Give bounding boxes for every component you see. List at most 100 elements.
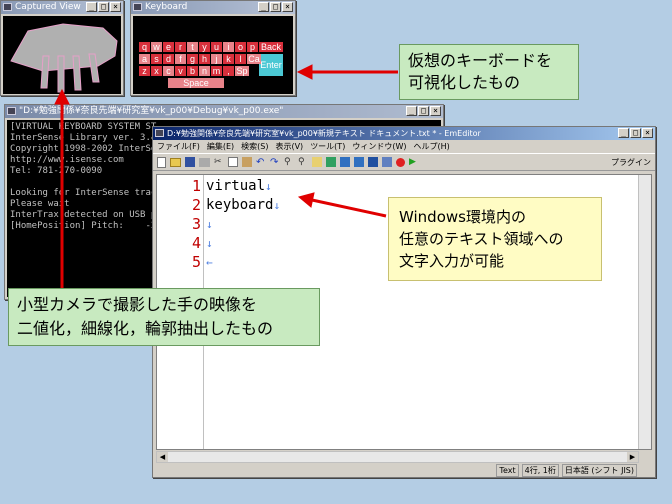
close-icon[interactable]: × xyxy=(430,106,441,116)
toolbar: ✂ ↶ ↷ ⚲ ⚲ ▶ プラグイン xyxy=(153,153,655,171)
scroll-left-icon[interactable]: ◀ xyxy=(157,452,168,462)
tile-icon[interactable] xyxy=(354,157,364,167)
find-next-icon[interactable]: ⚲ xyxy=(298,157,308,167)
maximize-icon[interactable]: □ xyxy=(630,128,641,138)
key-1-0[interactable]: a xyxy=(139,54,150,64)
key-0-2[interactable]: e xyxy=(163,42,174,52)
key-2-8[interactable]: Sp xyxy=(235,66,249,76)
menu-item-2[interactable]: 検索(S) xyxy=(241,140,268,153)
text-line[interactable]: ← xyxy=(206,253,280,272)
close-icon[interactable]: × xyxy=(110,2,121,12)
minimize-icon[interactable]: _ xyxy=(258,2,269,12)
text-line[interactable]: ↓ xyxy=(206,234,280,253)
paste-icon[interactable] xyxy=(242,157,252,167)
save-icon[interactable] xyxy=(185,157,195,167)
maximize-icon[interactable]: □ xyxy=(98,2,109,12)
key-2-2[interactable]: c xyxy=(163,66,174,76)
hand-image xyxy=(3,16,121,94)
maximize-icon[interactable]: □ xyxy=(418,106,429,116)
app-icon xyxy=(155,129,164,137)
newline-mark-icon: ↓ xyxy=(206,218,213,231)
replace-icon[interactable] xyxy=(312,157,322,167)
key-0-7[interactable]: i xyxy=(223,42,234,52)
plugins-label[interactable]: プラグイン xyxy=(611,157,651,168)
menu-item-5[interactable]: ウィンドウ(W) xyxy=(352,140,406,153)
scroll-right-icon[interactable]: ▶ xyxy=(627,452,638,462)
window-icon[interactable] xyxy=(340,157,350,167)
key-0-9[interactable]: p xyxy=(247,42,258,52)
minimize-icon[interactable]: _ xyxy=(86,2,97,12)
key-2-5[interactable]: n xyxy=(199,66,210,76)
open-folder-icon[interactable] xyxy=(170,157,181,167)
line-number: 4 xyxy=(191,234,201,252)
horizontal-scrollbar[interactable]: ◀ ▶ xyxy=(156,451,639,463)
key-0-3[interactable]: r xyxy=(175,42,186,52)
key-1-5[interactable]: h xyxy=(199,54,210,64)
captured-view-titlebar[interactable]: Captured View _ □ × xyxy=(1,1,123,14)
minimize-icon[interactable]: _ xyxy=(618,128,629,138)
input-callout-line-3: 文字入力が可能 xyxy=(399,252,505,270)
close-icon[interactable]: × xyxy=(282,2,293,12)
key-0-4[interactable]: t xyxy=(187,42,198,52)
menu-item-0[interactable]: ファイル(F) xyxy=(157,140,200,153)
key-1-3[interactable]: f xyxy=(175,54,186,64)
key-2-7[interactable]: , xyxy=(223,66,234,76)
window-controls: _ □ × xyxy=(406,106,441,116)
redo-icon[interactable]: ↷ xyxy=(270,157,280,168)
text-line[interactable]: virtual↓ xyxy=(206,177,280,196)
window-controls: _ □ × xyxy=(86,2,121,12)
record-icon[interactable] xyxy=(396,157,405,167)
cut-icon[interactable]: ✂ xyxy=(214,157,224,167)
undo-icon[interactable]: ↶ xyxy=(256,157,266,168)
line-number: 5 xyxy=(191,253,201,271)
text-line[interactable]: keyboard↓ xyxy=(206,196,280,215)
minimize-icon[interactable]: _ xyxy=(406,106,417,116)
key-2-0[interactable]: z xyxy=(139,66,150,76)
key-1-9[interactable]: Ca xyxy=(247,54,261,64)
text-line[interactable]: ↓ xyxy=(206,215,280,234)
key-1-6[interactable]: j xyxy=(211,54,222,64)
key-0-0[interactable]: q xyxy=(139,42,150,52)
menu-item-6[interactable]: ヘルプ(H) xyxy=(413,140,449,153)
captured-view-window[interactable]: Captured View _ □ × xyxy=(0,0,124,96)
new-file-icon[interactable] xyxy=(157,156,166,168)
maximize-icon[interactable]: □ xyxy=(270,2,281,12)
key-2-6[interactable]: m xyxy=(211,66,222,76)
app-icon xyxy=(133,3,142,11)
print-icon[interactable] xyxy=(199,157,210,167)
macro-icon[interactable] xyxy=(368,157,378,167)
key-1-2[interactable]: d xyxy=(163,54,174,64)
text-lines[interactable]: virtual↓ keyboard↓ ↓ ↓ ← xyxy=(206,177,280,272)
key-1-4[interactable]: g xyxy=(187,54,198,64)
keyboard-titlebar[interactable]: Keyboard _ □ × xyxy=(131,1,295,14)
key-1-7[interactable]: k xyxy=(223,54,234,64)
vertical-scrollbar[interactable] xyxy=(638,175,651,449)
newline-mark-icon: ↓ xyxy=(273,199,281,212)
view-icon[interactable] xyxy=(326,157,336,167)
key-0-1[interactable]: w xyxy=(151,42,162,52)
copy-icon[interactable] xyxy=(228,157,238,167)
key-2-3[interactable]: v xyxy=(175,66,186,76)
space-key[interactable]: Space xyxy=(168,78,224,88)
play-icon[interactable]: ▶ xyxy=(409,157,419,167)
camera-callout-line-2: 二値化，細線化，輪郭抽出したもの xyxy=(17,319,274,338)
enter-key[interactable]: Enter xyxy=(259,54,283,76)
config-icon[interactable] xyxy=(382,157,392,167)
key-2-1[interactable]: x xyxy=(151,66,162,76)
find-icon[interactable]: ⚲ xyxy=(284,157,294,167)
menu-item-3[interactable]: 表示(V) xyxy=(275,140,303,153)
close-icon[interactable]: × xyxy=(642,128,653,138)
key-0-6[interactable]: u xyxy=(211,42,222,52)
key-0-5[interactable]: y xyxy=(199,42,210,52)
key-1-8[interactable]: l xyxy=(235,54,246,64)
menu-item-1[interactable]: 編集(E) xyxy=(207,140,234,153)
editor-titlebar[interactable]: D:¥勉強関係¥奈良先端¥研究室¥vk_p00¥新規テキスト ドキュメント.tx… xyxy=(153,127,655,140)
key-1-1[interactable]: s xyxy=(151,54,162,64)
menu-item-4[interactable]: ツール(T) xyxy=(310,140,345,153)
key-2-4[interactable]: b xyxy=(187,66,198,76)
console-titlebar[interactable]: "D:¥勉強関係¥奈良先端¥研究室¥vk_p00¥Debug¥vk_p00.ex… xyxy=(5,105,443,118)
newline-mark-icon: ↓ xyxy=(265,180,272,193)
key-0-8[interactable]: o xyxy=(235,42,246,52)
keyboard-window[interactable]: Keyboard _ □ × Back Enter Space qwertyuiop… xyxy=(130,0,296,96)
back-key[interactable]: Back xyxy=(259,42,283,52)
